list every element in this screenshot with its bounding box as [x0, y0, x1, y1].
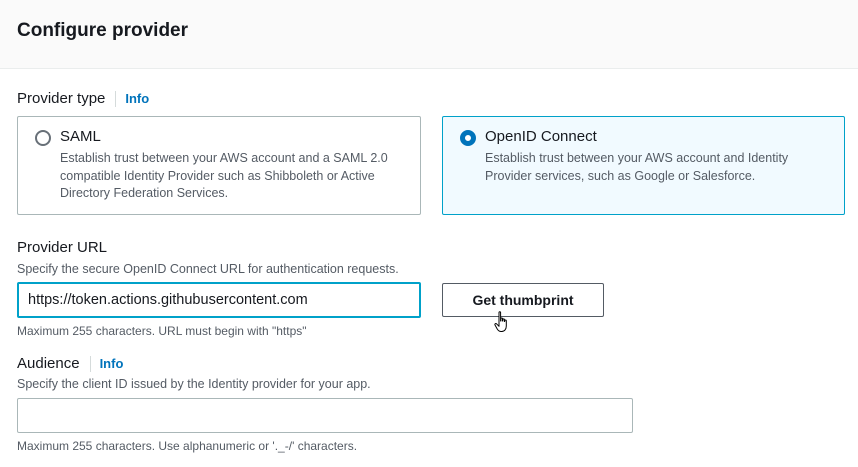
saml-radio[interactable]	[35, 130, 51, 146]
hand-pointer-icon	[494, 311, 507, 332]
openid-connect-option-title: OpenID Connect	[485, 128, 597, 145]
page-header: Configure provider	[0, 0, 858, 69]
openid-connect-radio[interactable]	[460, 130, 476, 146]
audience-label: Audience	[17, 355, 80, 372]
page-title: Configure provider	[17, 20, 189, 41]
saml-option-tile[interactable]: SAML Establish trust between your AWS ac…	[17, 116, 421, 215]
openid-connect-option-tile[interactable]: OpenID Connect Establish trust between y…	[442, 116, 845, 215]
get-thumbprint-button[interactable]: Get thumbprint	[442, 283, 604, 317]
audience-constraint: Maximum 255 characters. Use alphanumeric…	[17, 439, 358, 453]
provider-url-label-row: Provider URL	[17, 239, 107, 256]
provider-url-input[interactable]	[17, 282, 421, 318]
saml-option-description: Establish trust between your AWS account…	[60, 151, 388, 200]
provider-type-label: Provider type	[17, 90, 106, 107]
audience-label-row: Audience Info	[17, 355, 123, 372]
audience-input[interactable]	[17, 398, 633, 433]
provider-type-label-row: Provider type Info	[17, 90, 149, 107]
provider-url-label: Provider URL	[17, 239, 108, 256]
provider-url-description: Specify the secure OpenID Connect URL fo…	[17, 262, 399, 276]
saml-option-title: SAML	[60, 128, 101, 145]
audience-info-link[interactable]: Info	[100, 356, 124, 371]
audience-description: Specify the client ID issued by the Iden…	[17, 377, 371, 391]
provider-type-info-link[interactable]: Info	[125, 91, 149, 106]
openid-connect-option-description: Establish trust between your AWS account…	[485, 151, 789, 183]
provider-url-constraint: Maximum 255 characters. URL must begin w…	[17, 324, 307, 338]
divider	[89, 355, 91, 372]
divider	[115, 90, 117, 107]
